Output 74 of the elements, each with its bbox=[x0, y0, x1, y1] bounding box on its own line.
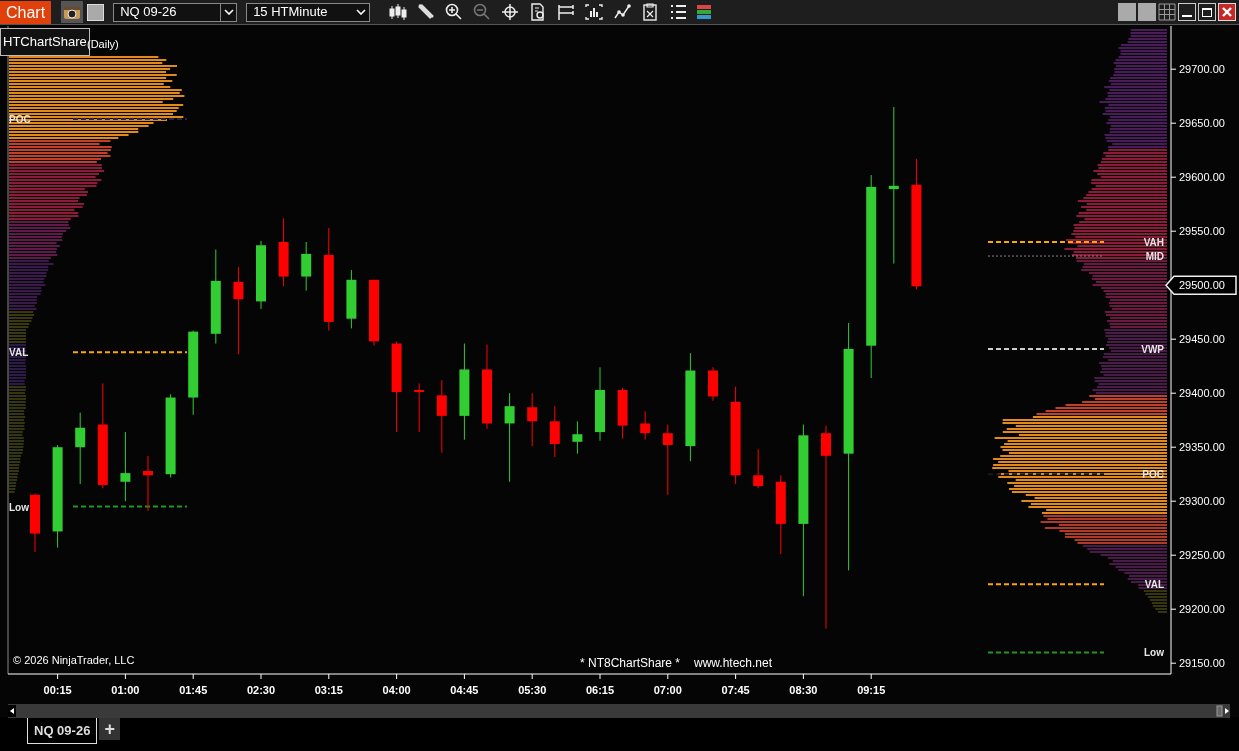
level-label: VWP bbox=[1141, 343, 1164, 355]
close-button[interactable] bbox=[1218, 3, 1236, 21]
time-axis-label: 09:15 bbox=[857, 684, 886, 696]
line-chart-icon[interactable] bbox=[612, 3, 633, 21]
candlestick bbox=[369, 279, 379, 347]
candlestick bbox=[662, 424, 673, 496]
color-bars-icon[interactable] bbox=[696, 3, 713, 21]
time-axis-label: 00:15 bbox=[43, 684, 72, 696]
candlestick bbox=[617, 387, 628, 440]
color-swatch[interactable] bbox=[87, 3, 105, 21]
time-axis-label: 07:00 bbox=[653, 684, 682, 696]
candlestick bbox=[346, 269, 357, 329]
price-axis-label: 29450.00 bbox=[1179, 333, 1225, 346]
price-axis-label: 29350.00 bbox=[1179, 441, 1225, 454]
scroll-right-icon[interactable] bbox=[1216, 705, 1230, 717]
candlestick bbox=[572, 420, 583, 455]
candlestick bbox=[120, 431, 131, 502]
price-axis-label: 29550.00 bbox=[1179, 225, 1225, 238]
time-axis-label: 08:30 bbox=[789, 684, 818, 696]
copyright-text: © 2026 NinjaTrader, LLC bbox=[13, 654, 135, 666]
price-axis-label: 29250.00 bbox=[1179, 549, 1225, 562]
list-icon[interactable] bbox=[668, 3, 689, 21]
bar-type-icon[interactable] bbox=[388, 3, 409, 21]
interval-dropdown[interactable]: 15 HTMinute bbox=[246, 2, 371, 22]
crosshair-icon[interactable] bbox=[500, 3, 521, 21]
time-axis-label: 03:15 bbox=[314, 684, 343, 696]
candlestick bbox=[278, 217, 289, 287]
candlestick bbox=[549, 405, 560, 458]
price-axis-label: 29600.00 bbox=[1179, 171, 1225, 184]
candlestick bbox=[640, 411, 651, 441]
time-axis-label: 07:45 bbox=[721, 684, 750, 696]
time-axis-label: 02:30 bbox=[246, 684, 276, 696]
add-tab-button[interactable]: + bbox=[99, 718, 121, 740]
minimize-button[interactable] bbox=[1178, 3, 1196, 21]
chart-footer-text: www.htech.net bbox=[694, 656, 773, 670]
time-axis-label: 06:15 bbox=[585, 684, 615, 696]
chart-title: Chart bbox=[0, 0, 52, 24]
chart-tab[interactable]: NQ 09-26 bbox=[27, 718, 98, 744]
time-axis-label: 04:45 bbox=[450, 684, 479, 696]
last-price-marker: 29500.00 bbox=[1165, 275, 1237, 295]
candlestick bbox=[414, 383, 425, 433]
histogram-icon[interactable] bbox=[584, 3, 605, 21]
candlestick bbox=[30, 493, 40, 553]
level-label: Low bbox=[1144, 647, 1164, 659]
candlestick bbox=[708, 366, 718, 402]
time-axis-label: 01:00 bbox=[111, 684, 140, 696]
close-icon bbox=[1222, 7, 1232, 17]
price-axis-label: 29150.00 bbox=[1179, 657, 1225, 670]
instrument-dropdown[interactable]: NQ 09-26 bbox=[113, 2, 238, 22]
price-axis-label: 29300.00 bbox=[1179, 495, 1225, 508]
candlestick bbox=[143, 455, 153, 512]
scroll-left-icon[interactable] bbox=[8, 705, 16, 717]
maximize-button[interactable] bbox=[1198, 3, 1216, 21]
level-label: VAL bbox=[1144, 579, 1164, 591]
level-label: Low bbox=[9, 501, 29, 513]
snapshot-button[interactable] bbox=[61, 1, 84, 23]
price-axis-label: 29400.00 bbox=[1179, 387, 1225, 400]
price-axis-label: 29700.00 bbox=[1179, 63, 1225, 76]
price-axis-label: 29200.00 bbox=[1179, 603, 1225, 616]
time-axis-label: 01:45 bbox=[179, 684, 208, 696]
caret-icon bbox=[223, 9, 234, 15]
time-axis-label: 04:00 bbox=[382, 684, 411, 696]
camera-icon bbox=[63, 4, 82, 20]
time-axis-label: 05:30 bbox=[518, 684, 547, 696]
candlestick bbox=[753, 448, 764, 489]
candlestick bbox=[301, 241, 312, 292]
level-label: VAL bbox=[9, 347, 29, 359]
caret-icon bbox=[356, 9, 367, 15]
price-axis-label: 29650.00 bbox=[1179, 117, 1225, 130]
grid-icon[interactable] bbox=[1158, 3, 1176, 21]
levels-icon[interactable] bbox=[556, 3, 577, 21]
chart-footer-text: * NT8ChartShare * bbox=[580, 656, 681, 670]
candlestick bbox=[256, 240, 266, 310]
candlestick bbox=[527, 392, 538, 447]
